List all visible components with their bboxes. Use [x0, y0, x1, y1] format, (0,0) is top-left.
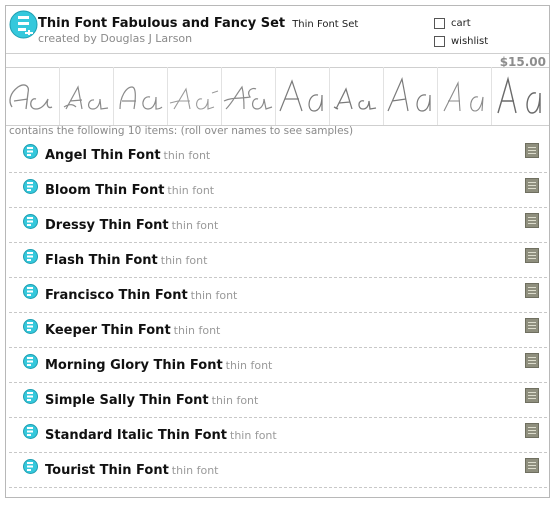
- list-item[interactable]: Tourist Thin Font thin font: [9, 453, 547, 488]
- font-name-link[interactable]: Standard Italic Thin Font: [45, 428, 227, 443]
- sample-simple-sally-glyph: [387, 76, 431, 112]
- product-header: Thin Font Fabulous and Fancy Set Thin Fo…: [6, 6, 549, 54]
- list-item[interactable]: Morning Glory Thin Font thin font: [9, 348, 547, 383]
- sample-keeper-glyph: [279, 79, 323, 112]
- font-name-link[interactable]: Tourist Thin Font: [45, 463, 169, 478]
- font-type-label: thin font: [173, 324, 221, 337]
- preview-thumbnail-icon[interactable]: [525, 353, 539, 368]
- product-title: Thin Font Fabulous and Fancy Set: [38, 16, 286, 31]
- sample-tile-angel[interactable]: [6, 67, 60, 125]
- font-name-link[interactable]: Bloom Thin Font: [45, 183, 164, 198]
- list-item[interactable]: Dressy Thin Font thin font: [9, 208, 547, 243]
- cart-checkbox[interactable]: [434, 17, 445, 29]
- font-type-label: thin font: [163, 149, 211, 162]
- sample-tile-keeper[interactable]: [276, 67, 330, 125]
- list-item[interactable]: Bloom Thin Font thin font: [9, 173, 547, 208]
- font-name-link[interactable]: Keeper Thin Font: [45, 323, 171, 338]
- font-type-label: thin font: [211, 394, 259, 407]
- sample-morning-glory-glyph: [333, 87, 377, 110]
- preview-thumbnail-icon[interactable]: [525, 458, 539, 473]
- item-name-row: Francisco Thin Font thin font: [45, 284, 237, 303]
- item-name-row: Angel Thin Font thin font: [45, 144, 210, 163]
- product-creator: created by Douglas J Larson: [38, 32, 193, 45]
- item-name-row: Standard Italic Thin Font thin font: [45, 424, 277, 443]
- wishlist-label[interactable]: wishlist: [451, 36, 488, 47]
- font-name-link[interactable]: Francisco Thin Font: [45, 288, 188, 303]
- font-icon: [23, 424, 38, 439]
- font-icon: [23, 249, 38, 264]
- preview-thumbnail-icon[interactable]: [525, 283, 539, 298]
- font-samples-strip: [6, 67, 549, 125]
- product-subtitle: Thin Font Set: [292, 19, 359, 30]
- font-name-link[interactable]: Morning Glory Thin Font: [45, 358, 223, 373]
- item-name-row: Tourist Thin Font thin font: [45, 459, 219, 478]
- item-name-row: Keeper Thin Font thin font: [45, 319, 220, 338]
- cart-option[interactable]: cart: [434, 16, 471, 30]
- preview-thumbnail-icon[interactable]: [525, 423, 539, 438]
- font-icon: [23, 459, 38, 474]
- preview-thumbnail-icon[interactable]: [525, 213, 539, 228]
- sample-tile-francisco[interactable]: [222, 67, 276, 125]
- sample-bloom-glyph: [63, 85, 109, 110]
- sample-tourist-glyph: [497, 76, 541, 114]
- font-icon: [23, 284, 38, 299]
- sample-tile-dressy[interactable]: [114, 67, 168, 125]
- list-item[interactable]: Angel Thin Font thin font: [9, 138, 547, 173]
- font-icon: [23, 389, 38, 404]
- title-line: Thin Font Fabulous and Fancy Set Thin Fo…: [38, 12, 358, 31]
- sample-tile-bloom[interactable]: [60, 67, 114, 125]
- item-name-row: Dressy Thin Font thin font: [45, 214, 218, 233]
- sample-dressy-glyph: [119, 86, 163, 110]
- font-type-label: thin font: [230, 429, 277, 442]
- sample-standard-italic-glyph: [443, 80, 484, 112]
- font-type-label: thin font: [167, 184, 215, 197]
- item-name-row: Simple Sally Thin Font thin font: [45, 389, 258, 408]
- preview-thumbnail-icon[interactable]: [525, 248, 539, 263]
- sample-tile-flash[interactable]: [168, 67, 222, 125]
- font-name-link[interactable]: Flash Thin Font: [45, 253, 158, 268]
- sample-tile-standard-italic[interactable]: [438, 67, 492, 125]
- sample-tile-simple-sally[interactable]: [384, 67, 438, 125]
- sample-angel-glyph: [9, 84, 53, 110]
- list-item[interactable]: Francisco Thin Font thin font: [9, 278, 547, 313]
- preview-thumbnail-icon[interactable]: [525, 143, 539, 158]
- preview-thumbnail-icon[interactable]: [525, 178, 539, 193]
- sample-flash-glyph: [169, 87, 219, 110]
- font-type-label: thin font: [171, 464, 219, 477]
- preview-thumbnail-icon[interactable]: [525, 318, 539, 333]
- font-name-link[interactable]: Simple Sally Thin Font: [45, 393, 209, 408]
- font-icon: [23, 354, 38, 369]
- list-item[interactable]: Simple Sally Thin Font thin font: [9, 383, 547, 418]
- font-set-logo-icon: [9, 10, 38, 39]
- header-divider: [6, 53, 549, 54]
- wishlist-checkbox[interactable]: [434, 35, 445, 47]
- item-name-row: Flash Thin Font thin font: [45, 249, 207, 268]
- font-icon: [23, 214, 38, 229]
- product-panel: Thin Font Fabulous and Fancy Set Thin Fo…: [5, 5, 550, 498]
- font-name-link[interactable]: Angel Thin Font: [45, 148, 161, 163]
- sample-tile-tourist[interactable]: [492, 67, 549, 125]
- item-name-row: Bloom Thin Font thin font: [45, 179, 214, 198]
- font-icon: [23, 179, 38, 194]
- font-type-label: thin font: [190, 289, 238, 302]
- font-type-label: thin font: [225, 359, 273, 372]
- sample-francisco-glyph: [223, 85, 273, 110]
- contains-text: contains the following 10 items: (roll o…: [9, 125, 354, 137]
- font-icon: [23, 319, 38, 334]
- wishlist-option[interactable]: wishlist: [434, 34, 488, 48]
- list-item[interactable]: Keeper Thin Font thin font: [9, 313, 547, 348]
- font-icon: [23, 144, 38, 159]
- cart-label[interactable]: cart: [451, 18, 471, 29]
- font-type-label: thin font: [160, 254, 208, 267]
- font-item-list: Angel Thin Font thin font Bloom Thin Font…: [9, 138, 547, 488]
- font-type-label: thin font: [171, 219, 219, 232]
- list-item[interactable]: Flash Thin Font thin font: [9, 243, 547, 278]
- preview-thumbnail-icon[interactable]: [525, 388, 539, 403]
- sample-tile-morning-glory[interactable]: [330, 67, 384, 125]
- item-name-row: Morning Glory Thin Font thin font: [45, 354, 272, 373]
- list-item[interactable]: Standard Italic Thin Font thin font: [9, 418, 547, 453]
- font-name-link[interactable]: Dressy Thin Font: [45, 218, 169, 233]
